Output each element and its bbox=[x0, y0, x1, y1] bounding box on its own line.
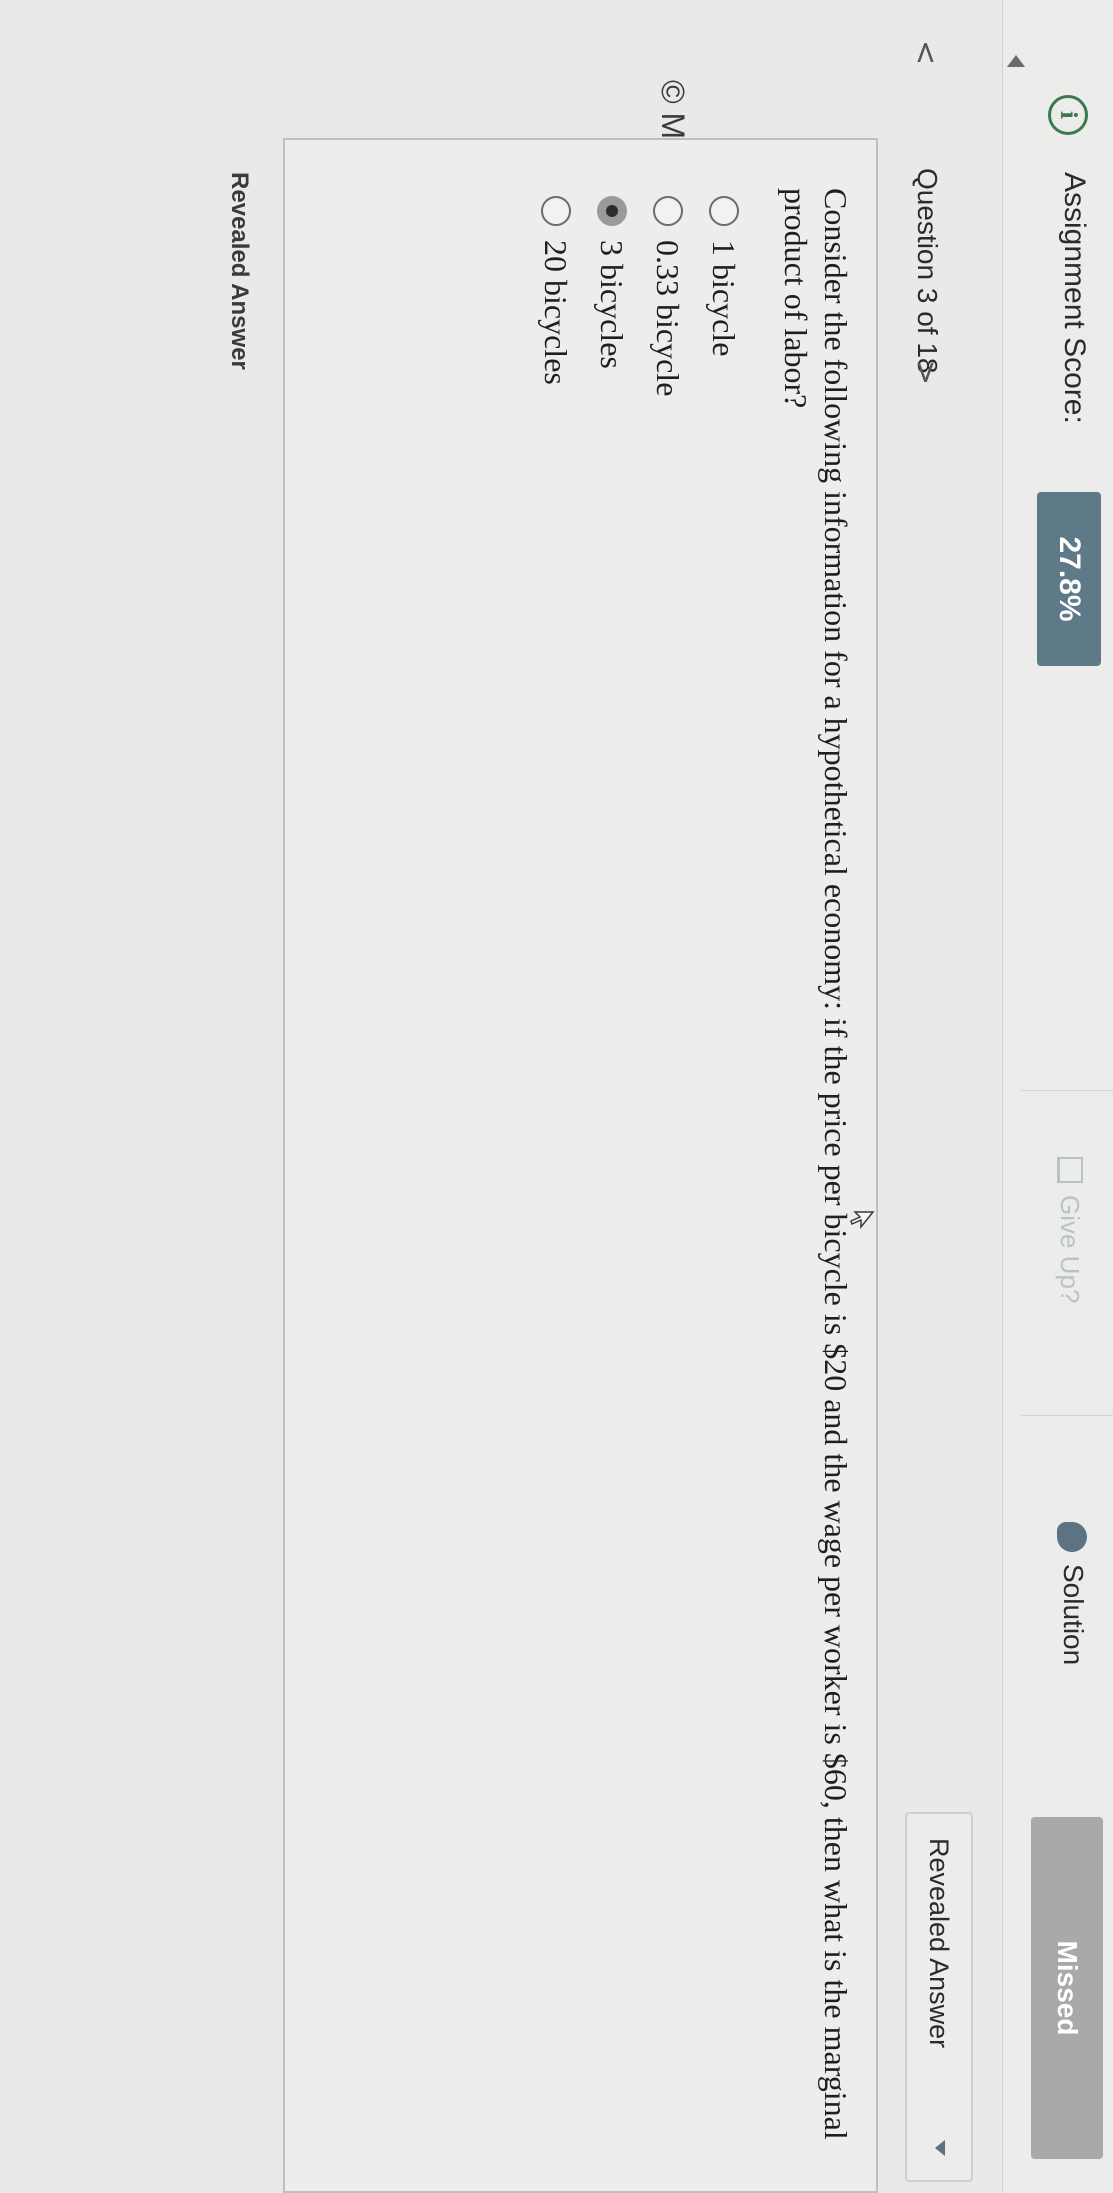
answer-option-2[interactable]: 0.33 bicycle bbox=[648, 196, 688, 396]
caret-down-icon bbox=[935, 2140, 945, 2156]
radio-button[interactable] bbox=[653, 196, 683, 226]
score-badge: 27.8% bbox=[1037, 492, 1101, 666]
score-label: Assignment Score: bbox=[1058, 172, 1091, 424]
solution-label: Solution bbox=[1058, 1564, 1089, 1666]
question-counter: Question 3 of 18 bbox=[912, 168, 943, 374]
option-label: 1 bicycle bbox=[706, 240, 743, 357]
answer-option-1[interactable]: 1 bicycle bbox=[704, 196, 744, 356]
view-mode-dropdown[interactable]: Revealed Answer bbox=[905, 1812, 973, 2182]
missed-status-button[interactable]: Missed bbox=[1031, 1817, 1103, 2159]
give-up-label: Give Up? bbox=[1055, 1195, 1085, 1304]
option-label: 20 bicycles bbox=[538, 240, 575, 385]
mouse-cursor-icon bbox=[850, 1211, 875, 1230]
assignment-header: i Assignment Score: 27.8% Give Up? Solut… bbox=[1002, 0, 1113, 2193]
solution-button[interactable]: Solution bbox=[1021, 1414, 1113, 1738]
give-up-icon bbox=[1057, 1157, 1083, 1183]
question-text: Consider the following information for a… bbox=[778, 188, 854, 2140]
radio-button[interactable] bbox=[541, 196, 571, 226]
lightbulb-icon bbox=[1057, 1522, 1087, 1552]
info-icon[interactable]: i bbox=[1048, 95, 1088, 135]
next-question-icon[interactable]: > bbox=[908, 360, 943, 385]
collapse-arrow-icon[interactable] bbox=[1007, 55, 1025, 67]
view-mode-label: Revealed Answer bbox=[924, 1838, 954, 2049]
page-stage: i Assignment Score: 27.8% Give Up? Solut… bbox=[0, 0, 1113, 2193]
option-label: 0.33 bicycle bbox=[650, 240, 687, 397]
give-up-button[interactable]: Give Up? bbox=[1021, 1090, 1113, 1416]
radio-button[interactable] bbox=[709, 196, 739, 226]
option-label: 3 bicycles bbox=[594, 240, 631, 369]
radio-button-selected[interactable] bbox=[597, 196, 627, 226]
revealed-answer-heading: Revealed Answer bbox=[226, 172, 253, 370]
answer-option-4[interactable]: 20 bicycles bbox=[536, 196, 576, 385]
question-card: Consider the following information for a… bbox=[283, 138, 878, 2193]
previous-question-icon[interactable]: < bbox=[908, 40, 943, 65]
answer-option-3[interactable]: 3 bicycles bbox=[592, 196, 632, 369]
